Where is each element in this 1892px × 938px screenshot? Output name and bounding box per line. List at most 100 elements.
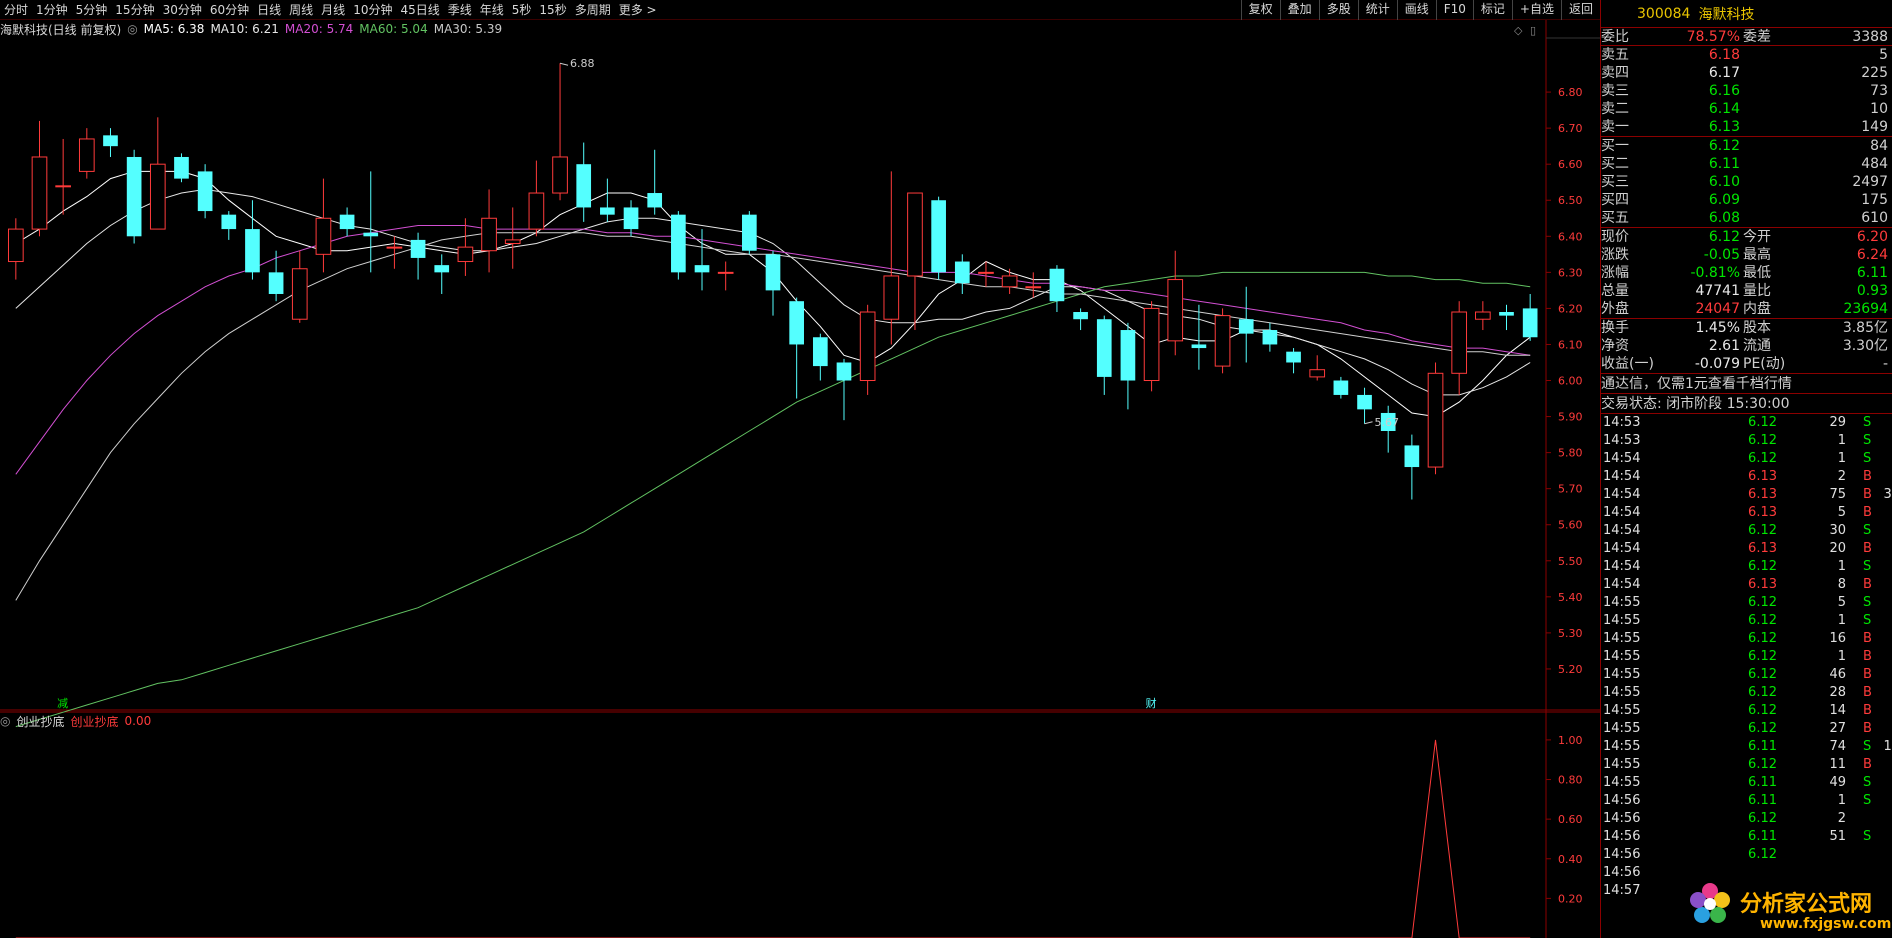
tick-p: 6.12	[1748, 811, 1777, 826]
level-price: 6.10	[1708, 174, 1740, 190]
tick-p: 6.12	[1748, 613, 1777, 628]
candle-body-down	[671, 214, 686, 273]
fund-label: 流通	[1743, 338, 1771, 354]
candle-body-up	[978, 271, 994, 274]
order-level[interactable]: 买一 6.12 84	[1601, 137, 1892, 155]
fund-label: 收益(一)	[1601, 356, 1654, 372]
promo-text[interactable]: 通达信，仅需1元查看千档行情	[1601, 374, 1792, 394]
fundamentals: 换手 1.45% 股本 3.85亿 净资 2.61 流通 3.30亿 收益(一) -0.079 PE…	[1601, 319, 1892, 374]
tick-v: 2	[1837, 469, 1846, 484]
quote-label: 最高	[1743, 247, 1771, 263]
sub-y-tick-label: 0.40	[1558, 853, 1583, 866]
quote-stats: 现价 6.12 今开 6.20 涨跌 -0.05 最高 6.24 涨幅 -0.81% 最低 6.11 总…	[1601, 228, 1892, 319]
candle-body-down	[1238, 319, 1254, 334]
tick-v: 1	[1837, 451, 1846, 466]
level-label: 买五	[1601, 210, 1629, 226]
order-level[interactable]: 买五 6.08 610	[1601, 209, 1892, 227]
tick-row: 14:556.1227B5	[1601, 720, 1892, 738]
tick-row: 14:56 6.12	[1601, 846, 1892, 864]
candle-body-up	[907, 192, 923, 277]
tick-p: 6.11	[1748, 775, 1777, 790]
watermark-url: www.fxjgsw.com	[1760, 916, 1892, 932]
candle-body-up	[457, 246, 474, 263]
y-tick-label: 5.60	[1558, 519, 1583, 532]
tick-v: 1	[1837, 613, 1846, 628]
level-volume: 225	[1861, 65, 1888, 81]
tick-p: 6.13	[1748, 487, 1777, 502]
order-level[interactable]: 买三 6.10 2497	[1601, 173, 1892, 191]
tick-row: 14:556.1214B2	[1601, 702, 1892, 720]
tick-t: 14:54	[1603, 541, 1641, 556]
tick-v: 29	[1829, 415, 1846, 430]
tick-t: 14:54	[1603, 487, 1641, 502]
tick-v: 1	[1837, 793, 1846, 808]
tick-row: 14:556.125S4	[1601, 594, 1892, 612]
fund-value: 3.85亿	[1842, 320, 1888, 336]
candle-body-down	[1073, 312, 1088, 320]
tick-row: 14:54 6.13 75 B 30	[1601, 486, 1892, 504]
event-marker: 减	[57, 697, 68, 710]
scroll-box-icon: ▯	[1530, 24, 1536, 37]
tick-v: 75	[1829, 487, 1846, 502]
sub-indicator-title: 创业抄底	[16, 714, 65, 729]
tick-p: 6.12	[1748, 757, 1777, 772]
y-tick-label: 6.30	[1558, 266, 1583, 279]
quote-label: 内盘	[1743, 301, 1771, 317]
stock-header: 300084 海默科技	[1601, 0, 1892, 28]
order-level[interactable]: 卖二 6.14 10	[1601, 100, 1892, 118]
tick-t: 14:55	[1603, 685, 1641, 700]
tick-p: 6.12	[1748, 595, 1777, 610]
quote-label: 最低	[1743, 265, 1771, 281]
quote-value: -0.05	[1703, 247, 1740, 263]
order-level[interactable]: 卖五 6.18 5	[1601, 46, 1892, 64]
tick-s: S	[1863, 451, 1872, 466]
tick-row: 14:556.1211B6	[1601, 756, 1892, 774]
tick-p: 6.13	[1748, 505, 1777, 520]
candle-body-up	[7, 228, 24, 263]
promo-row[interactable]: 通达信，仅需1元查看千档行情	[1601, 374, 1892, 394]
y-tick-label: 5.80	[1558, 447, 1583, 460]
level-label: 买三	[1601, 174, 1629, 190]
tick-v: 28	[1829, 685, 1846, 700]
candle-body-down	[1522, 308, 1538, 338]
tick-v: 8	[1837, 577, 1846, 592]
tick-list[interactable]: 14:53 6.12 29 S 5 14:53 6.12 1 S 1 14:54 6.12 1 S 1 14:…	[1601, 414, 1892, 900]
candle-body-down	[245, 229, 260, 273]
candle-body-up	[1214, 315, 1231, 367]
candle-body-down	[647, 193, 663, 208]
tick-row: 14:556.1216B6	[1601, 630, 1892, 648]
candle-body-down	[339, 214, 355, 230]
candle-body-down	[221, 214, 237, 230]
tick-row: 14:546.132B2	[1601, 468, 1892, 486]
level-volume: 484	[1861, 156, 1888, 172]
tick-v: 30	[1829, 523, 1846, 538]
candle-body-up	[31, 156, 48, 230]
sub-indicator-line	[15, 739, 1531, 938]
app-root: 分时 1分钟 5分钟 15分钟 30分钟 60分钟 日线 周线 月线 10分钟 45日线 季线 年线 5秒…	[0, 0, 1892, 938]
tick-row: 14:556.1246B4	[1601, 666, 1892, 684]
tick-row: 14:556.1149S1	[1601, 774, 1892, 792]
tick-t: 14:56	[1603, 829, 1641, 844]
candle-body-down	[197, 171, 213, 212]
tick-row: 14:536.121S1	[1601, 432, 1892, 450]
order-level[interactable]: 卖一 6.13 149	[1601, 118, 1892, 136]
fund-value: 2.61	[1708, 338, 1740, 354]
level-volume: 5	[1879, 47, 1888, 63]
level-label: 买二	[1601, 156, 1629, 172]
order-level[interactable]: 卖四 6.17 225	[1601, 64, 1892, 82]
y-tick-label: 6.10	[1558, 338, 1583, 351]
tick-row: 14:556.121B1	[1601, 648, 1892, 666]
tick-p: 6.11	[1748, 739, 1777, 754]
level-label: 买四	[1601, 192, 1629, 208]
kline-chart[interactable]: 6.80 6.70 6.60 6.50 6.40 6.30 6.20 6.10 6.00 5.90…	[0, 0, 1600, 938]
order-level[interactable]: 买四 6.09 175	[1601, 191, 1892, 209]
quote-value: -0.81%	[1690, 265, 1740, 281]
sub-settings-icon[interactable]: ◎	[0, 714, 10, 728]
order-level[interactable]: 卖三 6.16 73	[1601, 82, 1892, 100]
tick-t: 14:54	[1603, 523, 1641, 538]
level-volume: 175	[1861, 192, 1888, 208]
tick-row: 14:546.1230S7	[1601, 522, 1892, 540]
order-level[interactable]: 买二 6.11 484	[1601, 155, 1892, 173]
diamond-icon: ◇	[1514, 24, 1523, 37]
level-price: 6.09	[1708, 192, 1740, 208]
